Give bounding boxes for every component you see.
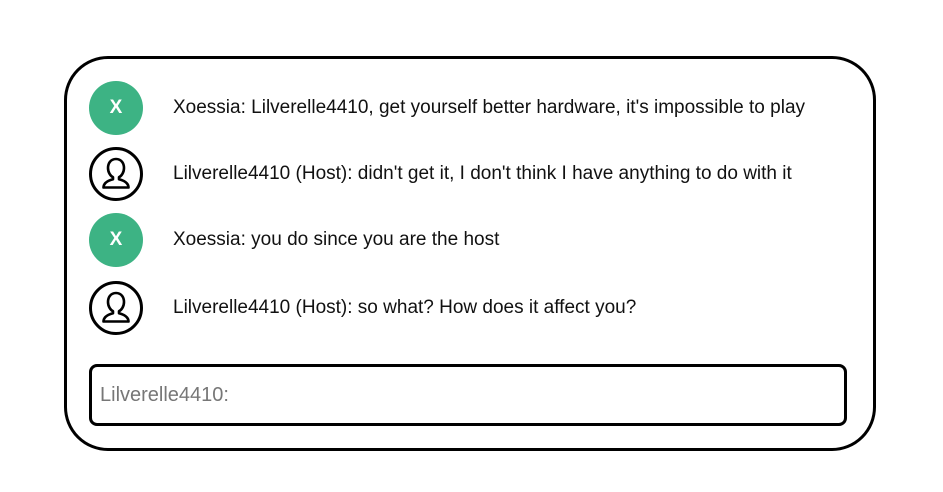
chat-message: Lilverelle4410 (Host): didn't get it, I … — [89, 146, 792, 202]
user-icon — [89, 147, 143, 201]
chat-window: X Xoessia: Lilverelle4410, get yourself … — [64, 56, 876, 451]
avatar: X — [89, 81, 143, 135]
chat-message: X Xoessia: Lilverelle4410, get yourself … — [89, 80, 805, 136]
avatar-letter: X — [109, 97, 123, 118]
message-text: Lilverelle4410 (Host): so what? How does… — [173, 297, 637, 318]
input-prompt: Lilverelle4410: — [100, 383, 229, 406]
message-text: Xoessia: Lilverelle4410, get yourself be… — [173, 97, 806, 118]
user-icon — [89, 281, 143, 335]
message-text: Xoessia: you do since you are the host — [173, 229, 500, 250]
avatar: X — [89, 213, 143, 267]
chat-input[interactable]: Lilverelle4410: — [89, 364, 847, 426]
chat-message: X Xoessia: you do since you are the host — [89, 212, 499, 268]
avatar-letter: X — [109, 229, 123, 250]
chat-message: Lilverelle4410 (Host): so what? How does… — [89, 280, 636, 336]
message-text: Lilverelle4410 (Host): didn't get it, I … — [173, 163, 792, 184]
